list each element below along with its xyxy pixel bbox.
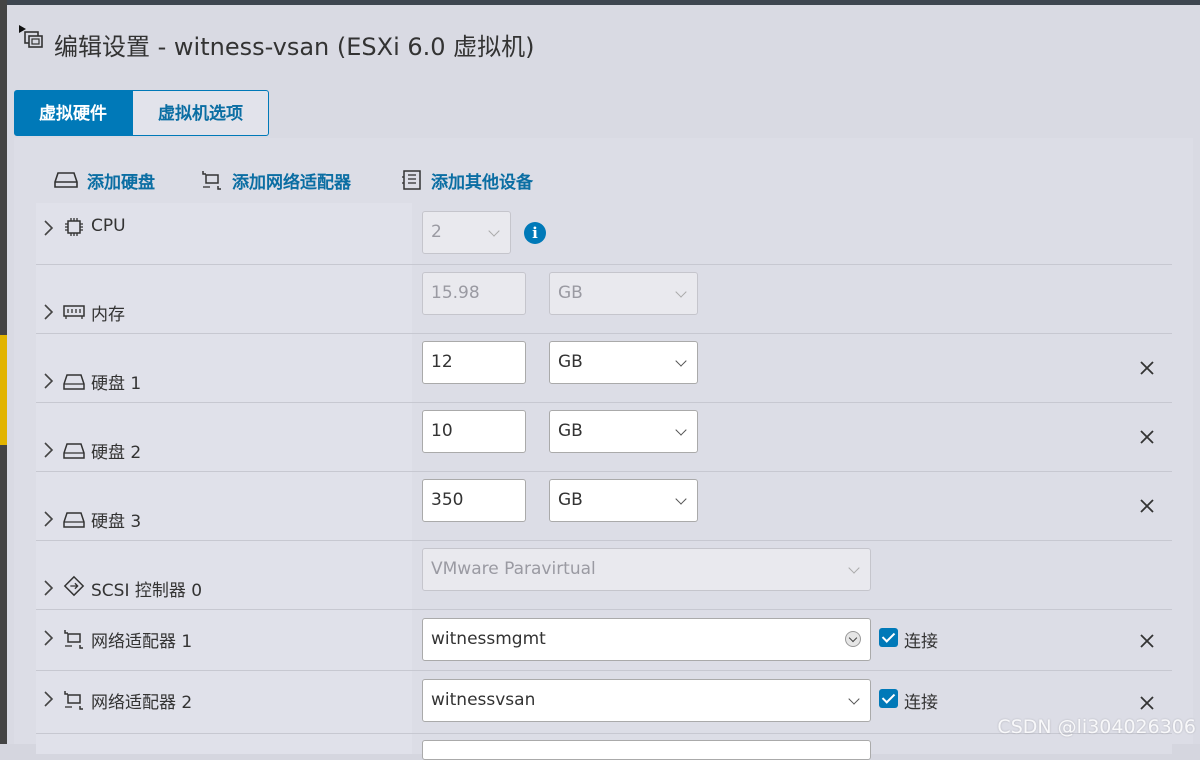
next-row-input[interactable] xyxy=(422,740,871,760)
tab-virtual-hardware[interactable]: 虚拟硬件 xyxy=(14,90,132,136)
chevron-right-icon[interactable] xyxy=(42,372,54,390)
chevron-right-icon[interactable] xyxy=(42,303,54,321)
chevron-right-icon[interactable] xyxy=(42,510,54,528)
chevron-right-icon[interactable] xyxy=(42,690,54,708)
chevron-down-circle-icon xyxy=(845,631,861,647)
cpu-label: CPU xyxy=(91,216,126,236)
tab-bar: 虚拟硬件 虚拟机选项 xyxy=(14,90,269,138)
remove-icon[interactable] xyxy=(1138,359,1156,377)
action-bar: 添加硬盘 添加网络适配器 添加其他设备 xyxy=(45,165,533,195)
background-window-edge xyxy=(0,0,7,744)
disk-2-size-input[interactable]: 10 xyxy=(422,410,526,453)
network-adapter-icon xyxy=(64,630,83,649)
hardware-list: CPU 2 i 内存 15.98 GB 硬盘 1 12 GB 硬盘 2 10 G… xyxy=(36,203,1172,760)
hardware-row-disk-1: 硬盘 1 12 GB xyxy=(36,334,1172,403)
chevron-right-icon[interactable] xyxy=(42,579,54,597)
watermark: CSDN @li304026306 xyxy=(997,716,1196,738)
chevron-right-icon[interactable] xyxy=(42,629,54,647)
add-other-device-label: 添加其他设备 xyxy=(431,172,533,193)
connect-label: 连接 xyxy=(904,632,938,652)
hard-disk-icon xyxy=(63,512,85,528)
remove-icon[interactable] xyxy=(1138,428,1156,446)
chevron-right-icon[interactable] xyxy=(42,219,54,237)
add-other-device-button[interactable]: 添加其他设备 xyxy=(401,168,533,193)
info-icon[interactable]: i xyxy=(524,222,546,244)
hard-disk-icon xyxy=(63,443,85,459)
network-adapter-2-select[interactable]: witnessvsan xyxy=(422,679,871,722)
add-disk-label: 添加硬盘 xyxy=(87,172,155,193)
disk-3-label: 硬盘 3 xyxy=(91,512,142,532)
network-adapter-1-label: 网络适配器 1 xyxy=(91,632,193,652)
hardware-row-network-adapter-1: 网络适配器 1 witnessmgmt 连接 xyxy=(36,610,1172,671)
add-disk-button[interactable]: 添加硬盘 xyxy=(53,168,155,193)
disk-1-unit-select[interactable]: GB xyxy=(549,341,698,384)
network-adapter-2-label: 网络适配器 2 xyxy=(91,693,193,713)
hardware-row-scsi-controller: SCSI 控制器 0 VMware Paravirtual xyxy=(36,541,1172,610)
remove-icon[interactable] xyxy=(1138,497,1156,515)
hardware-row-disk-2: 硬盘 2 10 GB xyxy=(36,403,1172,472)
remove-icon[interactable] xyxy=(1138,632,1156,650)
cpu-icon xyxy=(65,218,83,236)
memory-unit-select[interactable]: GB xyxy=(549,272,698,315)
memory-label: 内存 xyxy=(91,305,125,325)
hardware-row-cpu: CPU 2 i xyxy=(36,203,1172,265)
disk-3-size-input[interactable]: 350 xyxy=(422,479,526,522)
memory-icon xyxy=(63,305,85,319)
hardware-row-memory: 内存 15.98 GB xyxy=(36,265,1172,334)
add-network-adapter-label: 添加网络适配器 xyxy=(232,172,351,193)
device-icon xyxy=(402,170,421,190)
disk-1-size-input[interactable]: 12 xyxy=(422,341,526,384)
scsi-type-select[interactable]: VMware Paravirtual xyxy=(422,548,871,591)
cpu-count-select[interactable]: 2 xyxy=(422,211,511,254)
tab-vm-options[interactable]: 虚拟机选项 xyxy=(132,90,269,136)
memory-size-input[interactable]: 15.98 xyxy=(422,272,526,315)
disk-2-label: 硬盘 2 xyxy=(91,443,142,463)
network-adapter-1-connect-checkbox[interactable] xyxy=(879,628,898,647)
network-adapter-1-select[interactable]: witnessmgmt xyxy=(422,618,871,661)
network-adapter-icon xyxy=(64,691,83,710)
hard-disk-icon xyxy=(54,172,78,188)
hard-disk-icon xyxy=(63,374,85,390)
vm-edit-icon xyxy=(19,25,43,48)
disk-1-label: 硬盘 1 xyxy=(91,374,142,394)
remove-icon[interactable] xyxy=(1138,694,1156,712)
dialog-title: 编辑设置 - witness-vsan (ESXi 6.0 虚拟机) xyxy=(54,33,535,61)
network-adapter-icon xyxy=(202,171,221,190)
add-network-adapter-button[interactable]: 添加网络适配器 xyxy=(200,168,351,193)
network-adapter-2-connect-checkbox[interactable] xyxy=(879,689,898,708)
disk-2-unit-select[interactable]: GB xyxy=(549,410,698,453)
scsi-controller-label: SCSI 控制器 0 xyxy=(91,581,203,601)
disk-3-unit-select[interactable]: GB xyxy=(549,479,698,522)
scsi-controller-icon xyxy=(63,575,85,597)
connect-label: 连接 xyxy=(904,693,938,713)
chevron-right-icon[interactable] xyxy=(42,441,54,459)
hardware-row-disk-3: 硬盘 3 350 GB xyxy=(36,472,1172,541)
